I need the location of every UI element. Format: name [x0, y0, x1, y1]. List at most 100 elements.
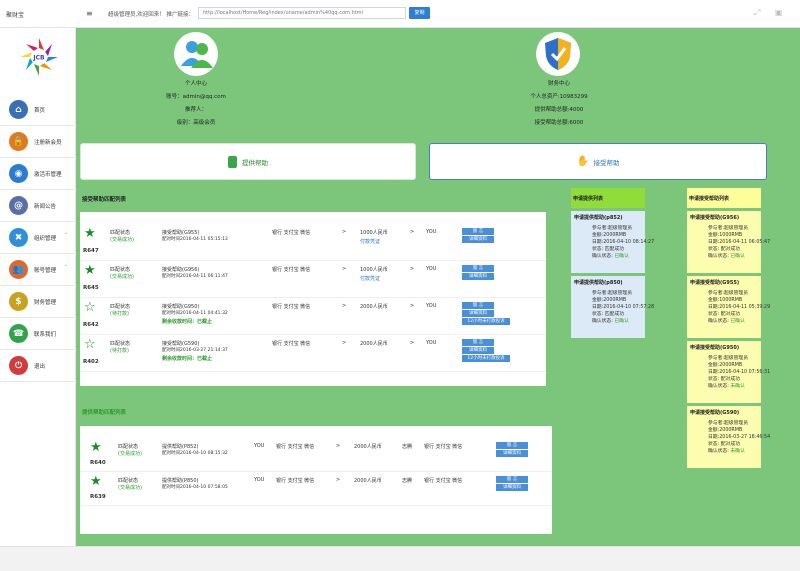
provide-help-button[interactable]: 提供帮助 [80, 143, 416, 180]
message-button[interactable]: 留 言 [462, 339, 494, 346]
card-title: 申请提供帮助(p852) [574, 215, 623, 221]
complaint-button[interactable]: 12小时未打款投诉 [462, 355, 510, 362]
card-title: 申请提供帮助(p850) [574, 280, 623, 286]
sidebar-item[interactable]: ⏻ 退出 [0, 350, 76, 382]
message-button[interactable]: 留 言 [462, 228, 494, 235]
main-content: 个人中心 账号：admin@qq.com 推荐人： 级别：高级会员 财务中心 个… [76, 28, 800, 546]
request-card[interactable]: 申请接受帮助(G590) 参与者:超级管理员 金额:2000RMB 日期:2016-0… [687, 406, 770, 468]
message-button[interactable]: 留 言 [496, 442, 528, 449]
confirm-label: 确认状态: [708, 449, 731, 454]
star-icon: ☆ [84, 337, 96, 352]
card-date: 日期:2016-04-10 07:57:28 [592, 305, 655, 310]
payment-methods: 银行 支付宝 微信 [272, 267, 311, 273]
details-button[interactable]: 详细资料 [496, 450, 528, 457]
window-icon[interactable]: ▣ [775, 8, 783, 17]
message-button[interactable]: 留 言 [462, 302, 494, 309]
logo: JCB [18, 36, 60, 78]
sidebar-item-label: 退出 [34, 363, 46, 370]
sidebar-item-label: 财务管理 [34, 299, 57, 306]
finance-center-icon[interactable] [536, 32, 580, 76]
row-id: R402 [83, 359, 99, 365]
sidebar-item[interactable]: ⌂ 首页 [0, 94, 76, 126]
provide-match-title: 提供帮助匹配列表 [82, 410, 127, 416]
card-confirm: 确认状态: 未确认 [690, 448, 758, 455]
table-row: ☆ R642 匹配状态 (待打款) 接受帮助(G950) 配对时间2016-04-11 0… [80, 298, 546, 335]
hamburger-icon[interactable]: ≡ [86, 9, 93, 18]
receive-help-button[interactable]: ✋ 接受帮助 [429, 143, 767, 180]
card-date: 日期:2016-04-10 07:56:31 [708, 370, 771, 375]
amount: 2000人民币 [354, 444, 382, 450]
confirm-value: 未确认 [730, 384, 745, 389]
match-time: 配对时间2016-04-11 04:41:32 [162, 311, 228, 316]
referral-link-input[interactable]: http://localhost/Home/Reg/index/uname/ad… [198, 7, 406, 19]
arrow-text: > [342, 266, 347, 272]
top-bar: 聚财宝 ≡ 超级管理员,欢迎回来！ 推广链接： http://localhost… [0, 0, 800, 28]
sidebar-item[interactable]: $ 财务管理 [0, 286, 76, 318]
message-button[interactable]: 留 言 [462, 265, 494, 272]
receive-apply-column: 申请接受帮助列表 申请接受帮助(G956) 参与者:超级管理员 金额:1000RMB… [687, 188, 771, 468]
payment-proof-link[interactable]: 付款凭证 [360, 238, 380, 245]
you-label: YOU [426, 229, 437, 235]
you-label: YOU [426, 303, 437, 309]
payment-proof-link[interactable]: 付款凭证 [360, 275, 380, 282]
details-button[interactable]: 详细资料 [462, 273, 494, 280]
provide-help-label: 提供帮助 [242, 158, 268, 167]
complaint-button[interactable]: 12小时未打款投诉 [462, 318, 510, 325]
you-label: YOU [254, 443, 265, 449]
copy-button[interactable]: 复制 [409, 7, 430, 19]
arrow-text: > [336, 443, 341, 449]
personal-center-title[interactable]: 个人中心 [156, 79, 236, 87]
at-icon: @ [9, 196, 28, 215]
star-icon: ☆ [84, 300, 96, 315]
request-card[interactable]: 申请接受帮助(G950) 参与者:超级管理员 金额:2000RMB 日期:2016-0… [687, 341, 771, 403]
sidebar-item[interactable]: ◉ 激活币管理 [0, 158, 76, 190]
sidebar-item[interactable]: 👥 账号管理 ⌄ [0, 254, 76, 286]
request-card[interactable]: 申请接受帮助(G956) 参与者:超级管理员 金额:1000RMB 日期:2016-0… [687, 211, 770, 273]
card-confirm: 确认状态: 已确认 [690, 318, 758, 325]
sidebar-item-label: 新闻公告 [34, 203, 57, 210]
details-button[interactable]: 详细资料 [496, 484, 528, 491]
details-button[interactable]: 详细资料 [462, 310, 494, 317]
message-button[interactable]: 留 言 [496, 476, 528, 483]
receive-total-text: 接受帮助总额:6000 [534, 120, 584, 126]
details-button[interactable]: 详细资料 [462, 347, 494, 354]
card-state: 状态: 配对成功 [708, 247, 740, 252]
sidebar-item[interactable]: 🔒 注册新会员 [0, 126, 76, 158]
account-text: 账号：admin@qq.com [166, 94, 226, 100]
finance-center-title[interactable]: 财务中心 [519, 79, 599, 87]
arrow-text: > [336, 477, 341, 483]
network-icon: ✖ [9, 228, 28, 247]
personal-center-icon[interactable] [174, 32, 218, 76]
sidebar-item-label: 组织管理 [34, 235, 57, 242]
arrow-text: > [410, 229, 415, 235]
card-state: 状态: 匹配成功 [592, 312, 624, 317]
sidebar-item[interactable]: ✖ 组织管理 ⌄ [0, 222, 76, 254]
payment-methods-2: 银行 支付宝 微信 [424, 444, 463, 450]
amount: 2000人民币 [360, 341, 388, 347]
request-card[interactable]: 申请提供帮助(p852) 参与者:超级管理员 金额:2000RMB 日期:2016-0… [571, 211, 654, 273]
payment-methods: 银行 支付宝 微信 [272, 341, 311, 347]
confirm-label: 确认状态: [708, 319, 731, 324]
card-participant: 参与者:超级管理员 [592, 291, 632, 296]
request-card[interactable]: 申请提供帮助(p850) 参与者:超级管理员 金额:2000RMB 日期:2016-0… [571, 276, 655, 338]
receive-help-label: 接受帮助 [593, 158, 620, 167]
card-participant: 参与者:超级管理员 [708, 291, 748, 296]
request-card[interactable]: 申请接受帮助(G955) 参与者:超级管理员 金额:1000RMB 日期:2016-0… [687, 276, 770, 338]
match-time: 配对时间2016-03-27 21:14:37 [162, 348, 228, 353]
sidebar-item-label: 账号管理 [34, 267, 57, 274]
sidebar-item[interactable]: @ 新闻公告 [0, 190, 76, 222]
arrow-text: > [342, 303, 347, 309]
details-button[interactable]: 详细资料 [462, 236, 494, 243]
confirm-value: 已确认 [614, 254, 629, 259]
payment-methods-2: 银行 支付宝 微信 [424, 478, 463, 484]
expand-icon[interactable]: ⤢ [754, 8, 760, 18]
sidebar-item[interactable]: ☎ 联系我们 [0, 318, 76, 350]
status-label: 匹配状态 [110, 341, 131, 347]
house-icon: ⌂ [9, 100, 28, 119]
receive-apply-title: 申请接受帮助列表 [687, 188, 761, 208]
star-icon: ★ [84, 226, 96, 241]
you-label: YOU [254, 477, 265, 483]
sidebar-item-label: 联系我们 [34, 331, 57, 338]
confirm-label: 确认状态: [592, 254, 615, 259]
status-label: 匹配状态 [110, 267, 131, 273]
